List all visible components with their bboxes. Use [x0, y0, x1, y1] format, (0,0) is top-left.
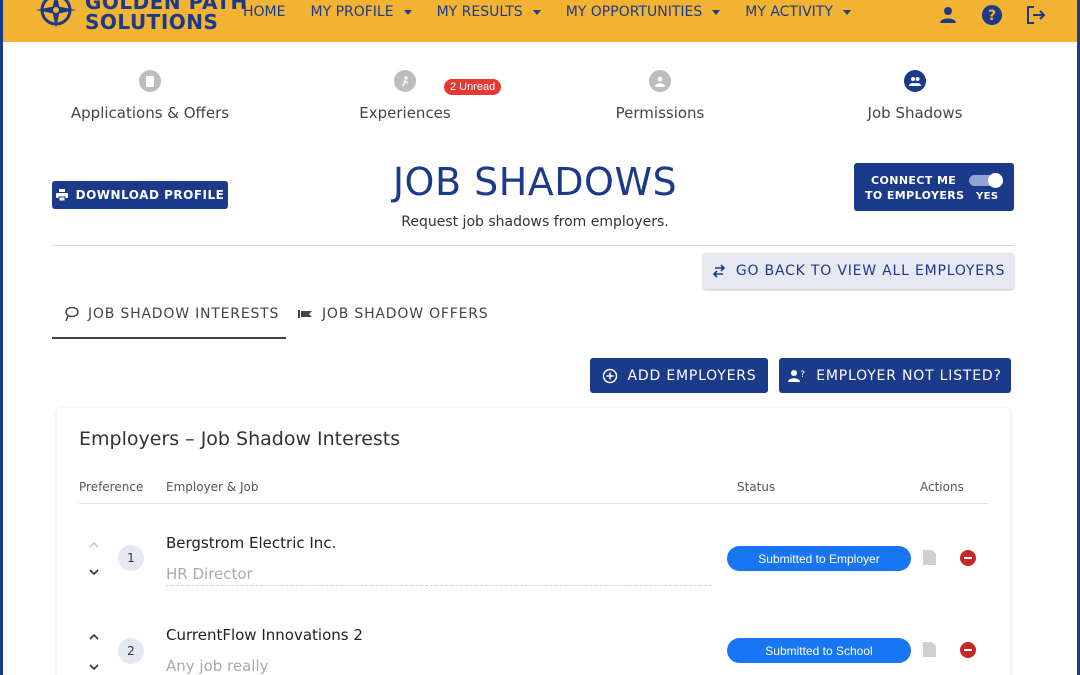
- status-badge: Submitted to Employer: [727, 546, 911, 571]
- job-shadow-interests-card: Employers – Job Shadow Interests Prefere…: [57, 408, 1010, 675]
- move-down-icon[interactable]: [89, 569, 99, 575]
- table-row: 1 Bergstrom Electric Inc. HR Director Su…: [57, 526, 1010, 596]
- header-divider: [52, 245, 1014, 246]
- move-up-icon[interactable]: [89, 542, 99, 548]
- column-header-preference: Preference: [79, 480, 144, 494]
- nav-my-results[interactable]: MY RESULTS: [437, 4, 541, 20]
- printer-icon: [55, 189, 68, 201]
- document-icon: [139, 70, 161, 92]
- swap-arrows-icon: [712, 264, 725, 278]
- column-header-status: Status: [737, 480, 776, 494]
- nav-my-opportunities[interactable]: MY OPPORTUNITIES: [566, 4, 721, 20]
- move-down-icon[interactable]: [89, 664, 99, 670]
- nav-home[interactable]: HOME: [243, 4, 285, 20]
- people-icon: [904, 70, 926, 92]
- nav-my-activity[interactable]: MY ACTIVITY: [745, 4, 851, 20]
- subtab-applications-offers[interactable]: Applications & Offers: [40, 64, 260, 122]
- connect-to-employers-toggle[interactable]: CONNECT ME TO EMPLOYERS YES: [854, 163, 1014, 211]
- toggle-state-label: YES: [976, 191, 999, 202]
- employer-name: CurrentFlow Innovations 2: [166, 626, 363, 644]
- compass-logo-icon: [36, 0, 76, 28]
- tab-job-shadow-offers[interactable]: JOB SHADOW OFFERS: [298, 306, 488, 322]
- logout-icon[interactable]: [1025, 4, 1047, 26]
- employer-name: Bergstrom Electric Inc.: [166, 534, 337, 552]
- page-subtitle: Request job shadows from employers.: [401, 214, 669, 230]
- caret-down-icon: [842, 9, 851, 15]
- caret-down-icon: [403, 9, 412, 15]
- preference-rank: 1: [118, 545, 144, 571]
- column-header-employer-job: Employer & Job: [166, 480, 259, 494]
- top-nav-bar: GOLDEN PATH SOLUTIONS HOME MY PROFILE MY…: [3, 0, 1077, 42]
- caret-down-icon: [532, 9, 541, 15]
- header-divider: [79, 503, 988, 504]
- download-profile-button[interactable]: DOWNLOAD PROFILE: [52, 181, 228, 209]
- nav-my-profile[interactable]: MY PROFILE: [310, 4, 412, 20]
- brand-name[interactable]: GOLDEN PATH SOLUTIONS: [85, 0, 248, 32]
- caret-down-icon: [712, 9, 721, 15]
- person-question-icon: ?: [788, 369, 806, 382]
- svg-text:?: ?: [800, 370, 806, 380]
- unread-badge: 2 Unread: [444, 79, 502, 95]
- add-circle-icon: [602, 368, 617, 383]
- active-tab-indicator: [52, 337, 286, 339]
- running-person-icon: [394, 70, 416, 92]
- document-icon[interactable]: [923, 550, 936, 565]
- employer-not-listed-button[interactable]: ? EMPLOYER NOT LISTED?: [779, 358, 1011, 393]
- job-title-field[interactable]: HR Director: [166, 565, 712, 586]
- table-row: 2 CurrentFlow Innovations 2 Any job real…: [57, 618, 1010, 675]
- status-badge: Submitted to School: [727, 638, 911, 663]
- tab-job-shadow-interests[interactable]: JOB SHADOW INTERESTS: [64, 306, 279, 322]
- preference-rank: 2: [118, 638, 144, 664]
- profile-subnav: Applications & Offers Experiences Permis…: [0, 64, 1080, 134]
- remove-icon[interactable]: [960, 642, 976, 658]
- balloon-icon: [65, 306, 79, 322]
- move-up-icon[interactable]: [89, 634, 99, 640]
- subtab-permissions[interactable]: Permissions: [550, 64, 770, 122]
- help-icon[interactable]: ?: [981, 4, 1003, 26]
- column-header-actions: Actions: [920, 480, 964, 494]
- job-title-field[interactable]: Any job really: [166, 657, 712, 675]
- main-nav: HOME MY PROFILE MY RESULTS MY OPPORTUNIT…: [243, 4, 876, 20]
- go-back-button[interactable]: GO BACK TO VIEW ALL EMPLOYERS: [703, 253, 1014, 289]
- remove-icon[interactable]: [960, 550, 976, 566]
- person-icon: [649, 70, 671, 92]
- top-icons: ?: [937, 4, 1047, 26]
- user-icon[interactable]: [937, 4, 959, 26]
- flag-icon: [298, 310, 312, 318]
- svg-text:?: ?: [988, 8, 996, 24]
- card-title: Employers – Job Shadow Interests: [79, 428, 401, 450]
- add-employers-button[interactable]: ADD EMPLOYERS: [590, 358, 768, 393]
- subtab-job-shadows[interactable]: Job Shadows: [805, 64, 1025, 122]
- toggle-knob: [988, 173, 1003, 188]
- page-title: JOB SHADOWS: [392, 160, 678, 204]
- document-icon[interactable]: [923, 642, 936, 657]
